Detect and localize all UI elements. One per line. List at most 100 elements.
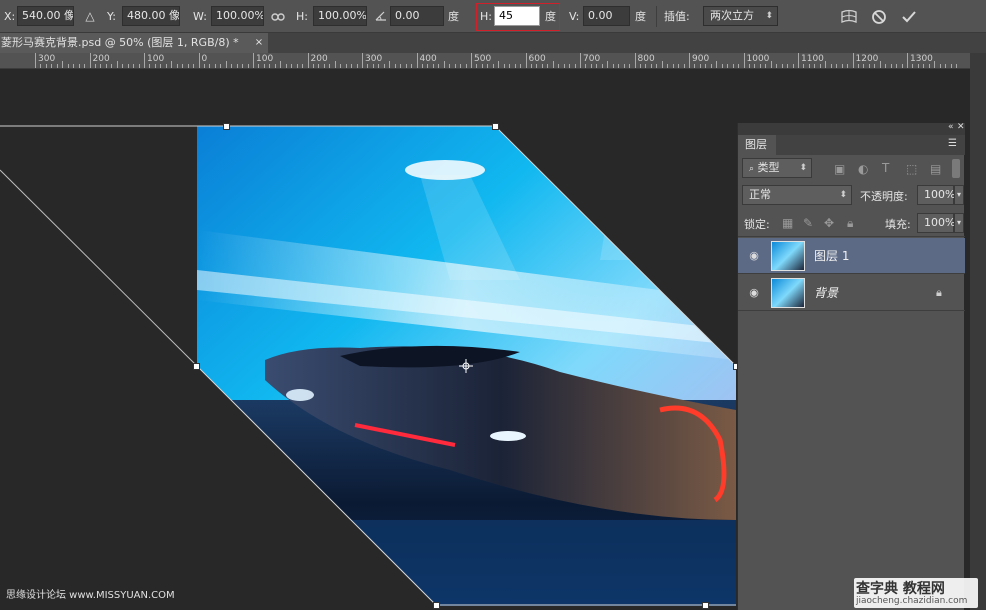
rotate-angle-input[interactable]: 0.00 xyxy=(390,6,444,26)
ruler-minor-tick xyxy=(454,64,456,68)
cancel-transform-icon[interactable] xyxy=(868,0,890,33)
ruler-minor-tick xyxy=(830,64,832,68)
eye-icon[interactable]: ◉ xyxy=(746,249,762,263)
smart-object-filter-icon[interactable]: ▤ xyxy=(930,162,941,176)
watermark-url: jiaocheng.chazidian.com xyxy=(856,596,968,606)
transform-handle-bottom-right[interactable] xyxy=(702,602,709,609)
ruler-minor-tick xyxy=(258,64,260,68)
blend-row: 正常 ⬍ 不透明度: 100% ▾ xyxy=(738,183,965,211)
layer-row-background[interactable]: ◉ 背景 🔒︎ xyxy=(738,275,965,311)
x-position-input[interactable]: 540.00 像素 xyxy=(17,6,74,26)
search-icon: ⌕ xyxy=(749,164,755,174)
ruler-minor-tick xyxy=(770,61,772,68)
transform-handle-bottom[interactable] xyxy=(433,602,440,609)
ruler-major-tick xyxy=(307,53,309,68)
horizontal-ruler[interactable]: 300 200 100 0 100 200 300 400 500 600 700 800 900 100… xyxy=(0,53,970,69)
updown-arrow-icon: ⬍ xyxy=(839,190,847,200)
ruler-label: 0 xyxy=(201,54,208,64)
transform-handle-left[interactable] xyxy=(193,363,200,370)
pixel-filter-icon[interactable]: ▣ xyxy=(834,162,845,176)
fill-input[interactable]: 100% xyxy=(917,213,955,233)
divider xyxy=(656,6,657,27)
blend-mode-dropdown[interactable]: 正常 ⬍ xyxy=(742,185,852,205)
link-chain-icon[interactable] xyxy=(268,0,288,33)
ruler-minor-tick xyxy=(530,64,532,68)
ruler-minor-tick xyxy=(945,64,947,68)
ruler-minor-tick xyxy=(656,64,658,68)
layer-row-layer1[interactable]: ◉ 图层 1 xyxy=(738,238,965,274)
panel-menu-icon[interactable]: ☰ xyxy=(948,138,957,149)
skew-h-label: H: xyxy=(480,10,492,23)
updown-arrow-icon: ⬍ xyxy=(799,163,807,173)
ruler-minor-tick xyxy=(236,64,238,68)
ruler-minor-tick xyxy=(857,64,859,68)
ruler-minor-tick xyxy=(133,64,135,68)
lock-image-icon[interactable]: ✎ xyxy=(803,216,813,230)
lock-all-icon[interactable]: 🔒︎ xyxy=(847,216,853,231)
ruler-minor-tick xyxy=(449,64,451,68)
commit-check-icon[interactable] xyxy=(898,0,920,33)
eye-icon[interactable]: ◉ xyxy=(746,286,762,300)
ruler-minor-tick xyxy=(203,64,205,68)
y-position-input[interactable]: 480.00 像素 xyxy=(122,6,180,26)
ruler-major-tick xyxy=(471,53,472,68)
ruler-minor-tick xyxy=(509,64,511,68)
lock-transparent-icon[interactable]: ▦ xyxy=(782,216,793,230)
ruler-minor-tick xyxy=(574,64,576,68)
ruler-minor-tick xyxy=(394,64,396,68)
rotate-unit: 度 xyxy=(448,10,459,23)
h-label: H: xyxy=(296,10,308,23)
ruler-minor-tick xyxy=(896,64,898,68)
layer-name[interactable]: 图层 1 xyxy=(814,238,849,274)
triangle-delta-icon[interactable]: △ xyxy=(80,0,100,33)
vertical-scrollbar[interactable] xyxy=(970,53,986,610)
ruler-minor-tick xyxy=(51,64,53,68)
document-tab[interactable]: 菱形马赛克背景.psd @ 50% (图层 1, RGB/8) * xyxy=(0,33,268,53)
adjustment-filter-icon[interactable]: ◐ xyxy=(858,162,868,176)
filter-toggle-switch[interactable] xyxy=(952,159,960,178)
panel-header-strip: « ✕ xyxy=(738,122,965,135)
warp-mode-icon[interactable] xyxy=(838,0,860,33)
ruler-label: 1100 xyxy=(801,54,824,64)
ruler-minor-tick xyxy=(105,64,107,68)
transform-handle-top-left[interactable] xyxy=(223,123,230,130)
ruler-minor-tick xyxy=(645,64,647,68)
lock-row: 锁定: ▦ ✎ ✥ 🔒︎ 填充: 100% ▾ xyxy=(738,211,965,237)
ruler-minor-tick xyxy=(127,64,129,68)
ruler-label: 600 xyxy=(528,54,546,64)
double-chevron-left-icon[interactable]: « xyxy=(948,122,954,132)
ruler-minor-tick xyxy=(438,64,440,68)
ruler-minor-tick xyxy=(274,64,276,68)
width-scale-input[interactable]: 100.00% xyxy=(211,6,264,26)
ruler-major-tick xyxy=(852,53,854,68)
ruler-minor-tick xyxy=(100,64,102,68)
ruler-minor-tick xyxy=(890,64,892,68)
ruler-minor-tick xyxy=(623,64,625,68)
ruler-minor-tick xyxy=(863,64,865,68)
lock-position-icon[interactable]: ✥ xyxy=(824,216,834,230)
shape-filter-icon[interactable]: ⬚ xyxy=(906,162,917,176)
ruler-minor-tick xyxy=(492,64,494,68)
ruler-label: 100 xyxy=(147,54,165,64)
opacity-input[interactable]: 100% xyxy=(917,185,955,205)
interpolation-dropdown[interactable]: 两次立方 ⬍ xyxy=(703,6,778,26)
layer-filter-value: 类型 xyxy=(757,161,780,174)
skew-v-input[interactable]: 0.00 xyxy=(583,6,630,26)
close-icon[interactable]: ✕ xyxy=(957,122,965,132)
chevron-down-icon[interactable]: ▾ xyxy=(954,185,964,205)
ruler-minor-tick xyxy=(165,64,167,68)
chevron-down-icon[interactable]: ▾ xyxy=(954,213,964,233)
skew-h-input[interactable]: 45 xyxy=(494,6,540,26)
watermark-title: 查字典 教程网 xyxy=(856,581,945,597)
close-icon[interactable]: × xyxy=(252,33,266,53)
tab-layers[interactable]: 图层 xyxy=(738,135,776,155)
layer-name[interactable]: 背景 xyxy=(814,275,838,311)
transform-handle-top[interactable] xyxy=(492,123,499,130)
layer-filter-dropdown[interactable]: ⌕ 类型 ⬍ xyxy=(742,158,812,178)
ruler-major-tick xyxy=(89,53,91,68)
skew-v-unit: 度 xyxy=(635,10,646,23)
type-filter-icon[interactable]: T xyxy=(882,161,889,175)
height-scale-input[interactable]: 100.00% xyxy=(313,6,367,26)
ruler-minor-tick xyxy=(411,64,413,68)
ruler-minor-tick xyxy=(536,64,538,68)
